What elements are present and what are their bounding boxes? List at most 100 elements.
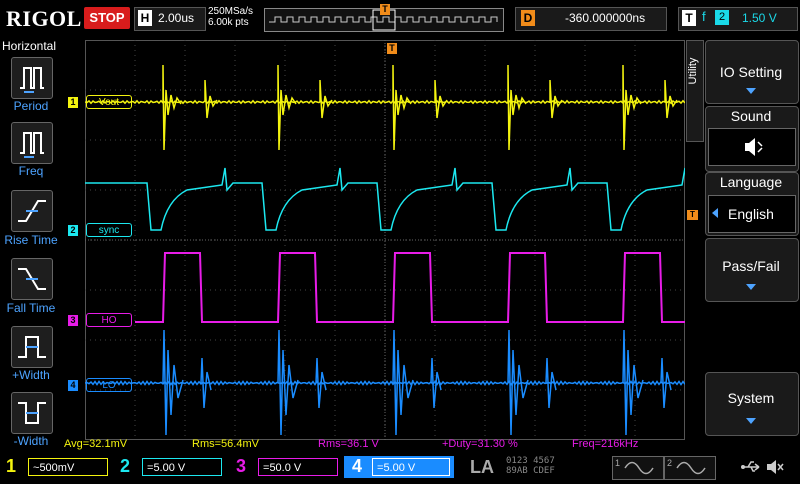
- ch4-spike: [507, 329, 529, 436]
- generator-2-button[interactable]: 2: [664, 456, 716, 480]
- ch1-spike: [204, 79, 218, 119]
- fall-time-icon: [18, 268, 46, 290]
- la-bits-bottom: 89AB CDEF: [506, 466, 555, 476]
- trigger-source: 2: [715, 10, 729, 25]
- la-bits[interactable]: 0123 4567 89AB CDEF: [506, 456, 555, 476]
- positive-width-button[interactable]: [11, 326, 53, 368]
- trigger-box[interactable]: [678, 7, 798, 31]
- la-bits-top: 0123 4567: [506, 456, 555, 466]
- run-stop-button[interactable]: STOP: [84, 7, 130, 29]
- measurement-avg: Avg=32.1mV: [64, 438, 128, 450]
- period-icon: [20, 67, 44, 93]
- sine-wave-icon: [624, 461, 654, 475]
- ch3-trace: [135, 252, 685, 323]
- language-title: Language: [719, 174, 783, 190]
- language-value: English: [728, 206, 774, 222]
- ch3-number[interactable]: 3: [236, 456, 246, 477]
- negative-width-icon: [18, 402, 46, 424]
- utility-tab[interactable]: Utility: [686, 40, 704, 142]
- ch3-setting[interactable]: =50.0 V: [258, 458, 338, 476]
- io-setting-arrow-icon: [746, 88, 756, 94]
- ch1-spike: [434, 79, 448, 119]
- rise-time-icon: [18, 200, 46, 222]
- trigger-time-marker: T: [387, 43, 397, 54]
- ch3-scale: 50.0 V: [269, 462, 302, 474]
- ch4-number[interactable]: 4: [352, 456, 362, 477]
- ch4-spike: [545, 357, 557, 409]
- ch4-marker[interactable]: 4: [68, 380, 78, 391]
- measurement-rms-ch1: Rms=56.4mV: [192, 438, 259, 450]
- ch2-label: sync: [86, 223, 132, 237]
- ch4-setting[interactable]: =5.00 V: [372, 458, 450, 476]
- period-button[interactable]: [11, 57, 53, 99]
- measurement-rms-ch3: Rms=36.1 V: [318, 438, 379, 450]
- ch4-label: LO: [86, 378, 132, 392]
- utility-tab-label: Utility: [687, 57, 699, 85]
- ch1-setting[interactable]: ~500mV: [28, 458, 108, 476]
- ch1-label: Vout: [86, 95, 132, 109]
- waveform-display[interactable]: [85, 40, 685, 440]
- trigger-level: 1.50 V: [742, 11, 777, 25]
- graticule: [85, 40, 685, 440]
- ch3-label: HO: [86, 313, 132, 327]
- ch1-spike: [319, 79, 333, 119]
- rise-time-button[interactable]: [11, 190, 53, 232]
- falling-edge-icon: f: [702, 9, 706, 24]
- ch1-spike: [162, 64, 182, 151]
- sound-toggle[interactable]: [708, 128, 796, 166]
- measurement-duty: +Duty=31.30 %: [442, 438, 518, 450]
- delay-label: D: [521, 10, 535, 26]
- ch1-marker[interactable]: 1: [68, 97, 78, 108]
- ch1-spike: [549, 79, 563, 119]
- ch2-marker[interactable]: 2: [68, 225, 78, 236]
- brand-logo: RIGOL: [6, 6, 82, 31]
- ch4-spike: [315, 357, 327, 409]
- timebase-value: 2.00us: [158, 11, 195, 25]
- ch4-spike: [200, 357, 212, 409]
- ch1-spike: [622, 64, 642, 151]
- ch1-number[interactable]: 1: [6, 456, 16, 477]
- ch2-number[interactable]: 2: [120, 456, 130, 477]
- period-label: Period: [13, 99, 49, 113]
- rise-time-label: Rise Time: [4, 233, 58, 247]
- sound-title: Sound: [730, 108, 772, 124]
- measurement-freq: Freq=216kHz: [572, 438, 639, 450]
- ch1-spike: [507, 64, 527, 151]
- mute-speaker-icon[interactable]: [764, 458, 786, 476]
- delay-value: -360.000000ns: [565, 11, 646, 25]
- usb-icon: [740, 458, 762, 476]
- sample-info: 250MSa/s 6.00k pts: [208, 6, 253, 28]
- ch1-spike: [392, 64, 412, 151]
- pass-fail-arrow-icon: [746, 284, 756, 290]
- ch4-spike: [660, 357, 672, 409]
- panel-title: Horizontal: [2, 39, 57, 53]
- positive-width-icon: [18, 336, 46, 358]
- freq-button[interactable]: [11, 122, 53, 164]
- ch2-scale: 5.00 V: [153, 462, 186, 474]
- system-label: System: [727, 390, 775, 406]
- negative-width-label: -Width: [13, 434, 49, 448]
- ch4-scale: 5.00 V: [383, 462, 416, 474]
- freq-label: Freq: [18, 164, 44, 178]
- io-setting-label: IO Setting: [719, 64, 783, 80]
- positive-width-label: +Width: [12, 368, 50, 382]
- freq-icon: [20, 132, 44, 158]
- trigger-label: T: [682, 10, 696, 26]
- la-label[interactable]: LA: [470, 457, 494, 478]
- ch1-spike: [277, 64, 297, 151]
- ch2-setting[interactable]: =5.00 V: [142, 458, 222, 476]
- memory-depth: 6.00k pts: [208, 17, 249, 28]
- pass-fail-label: Pass/Fail: [722, 258, 780, 274]
- ch3-marker[interactable]: 3: [68, 315, 78, 326]
- generator-2-number: 2: [667, 458, 673, 468]
- generator-1-number: 1: [615, 458, 621, 468]
- speaker-icon: [745, 138, 763, 156]
- negative-width-button[interactable]: [11, 392, 53, 434]
- system-arrow-icon: [746, 418, 756, 424]
- trigger-level-marker[interactable]: T: [687, 210, 698, 220]
- generator-1-button[interactable]: 1: [612, 456, 664, 480]
- fall-time-button[interactable]: [11, 258, 53, 300]
- fall-time-label: Fall Time: [6, 301, 56, 315]
- sample-rate: 250MSa/s: [208, 6, 254, 17]
- trigger-position-marker: T: [380, 4, 390, 15]
